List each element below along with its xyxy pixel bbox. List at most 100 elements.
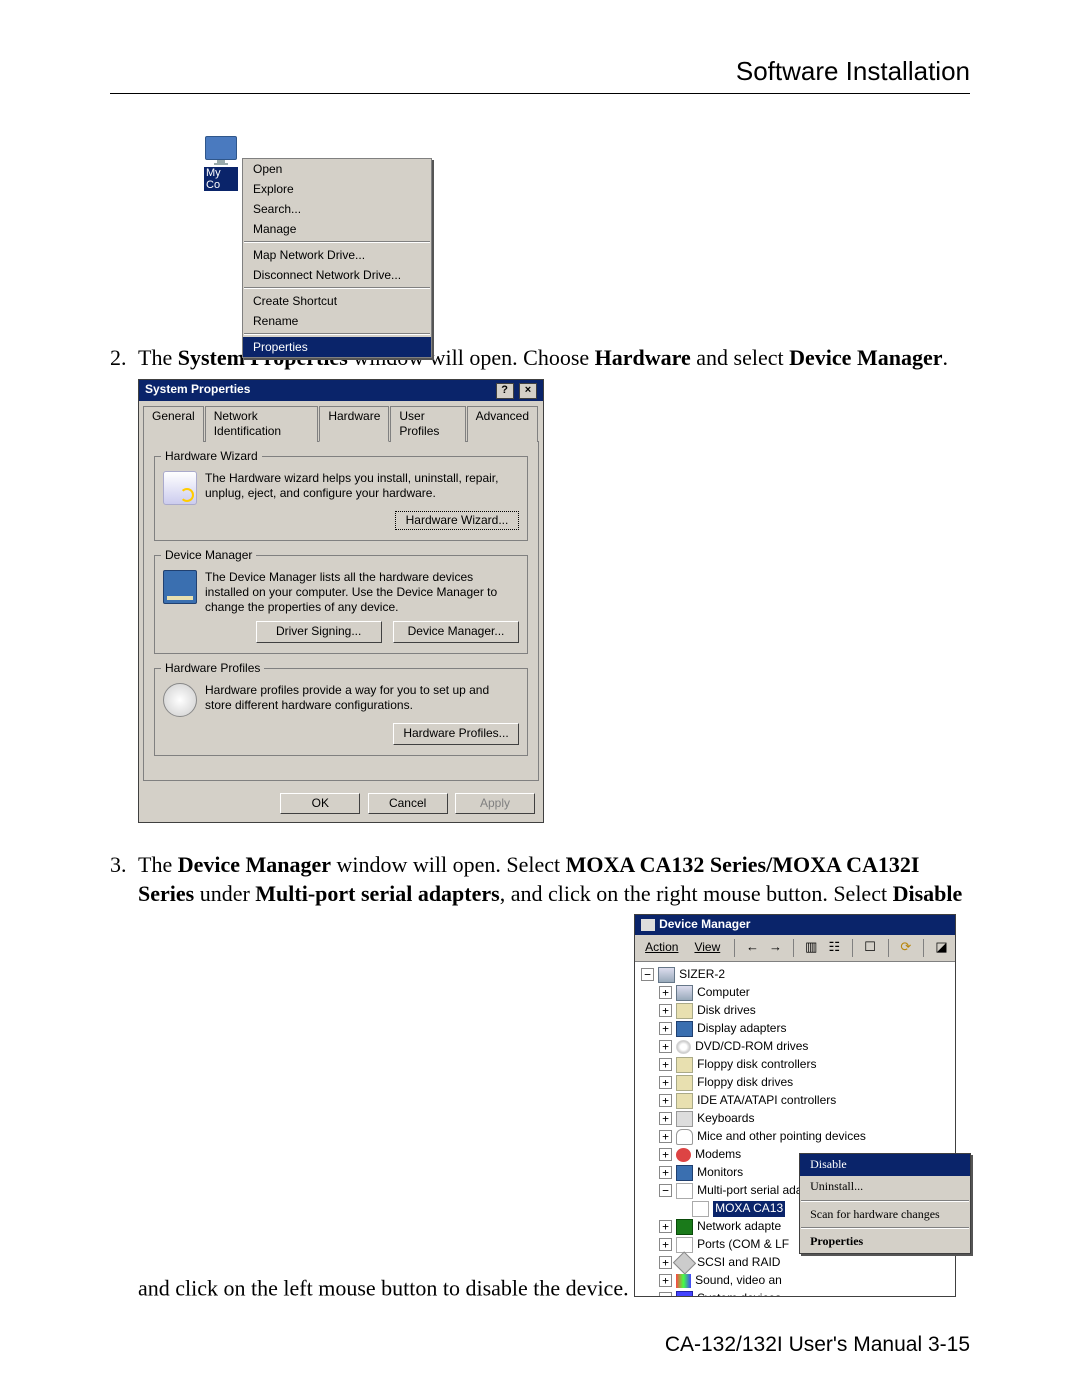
device-icon xyxy=(676,1040,691,1054)
expand-node[interactable] xyxy=(659,1058,672,1071)
cancel-button[interactable]: Cancel xyxy=(368,793,448,815)
hw-wizard-legend: Hardware Wizard xyxy=(161,449,262,465)
menu-view[interactable]: View xyxy=(688,940,726,956)
device-manager-icon xyxy=(163,570,197,604)
device-node[interactable]: Monitors xyxy=(697,1165,743,1181)
device-manager-button[interactable]: Device Manager... xyxy=(393,621,519,643)
hp-text: Hardware profiles provide a way for you … xyxy=(205,683,519,717)
ctx-rename[interactable]: Rename xyxy=(243,311,431,331)
moxa-node[interactable]: MOXA CA13 xyxy=(713,1201,785,1217)
device-icon xyxy=(676,1075,693,1091)
device-node[interactable]: SCSI and RAID xyxy=(697,1255,780,1271)
device-icon xyxy=(676,1148,691,1162)
dm-legend: Device Manager xyxy=(161,548,256,564)
toolbar-refresh-icon[interactable]: ⟳ xyxy=(896,937,915,959)
root-node[interactable]: SIZER-2 xyxy=(679,967,725,983)
hardware-wizard-button[interactable]: Hardware Wizard... xyxy=(395,511,519,531)
tab-general[interactable]: General xyxy=(143,406,204,442)
expand-node[interactable] xyxy=(659,1112,672,1125)
device-node[interactable]: Floppy disk drives xyxy=(697,1075,793,1091)
dm-text: The Device Manager lists all the hardwar… xyxy=(205,570,519,615)
ctx-disconnect-drive[interactable]: Disconnect Network Drive... xyxy=(243,265,431,285)
ctx-properties[interactable]: Properties xyxy=(800,1231,970,1253)
device-node[interactable]: Sound, video an xyxy=(695,1273,782,1289)
device-node[interactable]: Mice and other pointing devices xyxy=(697,1129,866,1145)
ctx-search[interactable]: Search... xyxy=(243,199,431,219)
device-icon xyxy=(676,1237,693,1253)
device-icon xyxy=(676,985,693,1001)
ctx-create-shortcut[interactable]: Create Shortcut xyxy=(243,291,431,311)
expand-root[interactable] xyxy=(641,968,654,981)
header-rule xyxy=(110,93,970,94)
step-3-text: The Device Manager window will open. Sel… xyxy=(138,851,970,1303)
expand-node[interactable] xyxy=(659,1220,672,1233)
tab-hardware[interactable]: Hardware xyxy=(319,406,389,442)
my-computer-label: My Co xyxy=(204,167,238,191)
expand-node[interactable] xyxy=(659,1076,672,1089)
toolbar-btn-5[interactable]: ◪ xyxy=(932,937,951,959)
device-node[interactable]: Modems xyxy=(695,1147,741,1163)
close-button[interactable]: × xyxy=(519,383,537,399)
device-node[interactable]: Display adapters xyxy=(697,1021,786,1037)
device-icon xyxy=(676,1057,693,1073)
device-node[interactable]: Ports (COM & LF xyxy=(697,1237,789,1253)
step-3-number: 3. xyxy=(110,851,138,1303)
ctx-map-drive[interactable]: Map Network Drive... xyxy=(243,245,431,265)
expand-node[interactable] xyxy=(659,1130,672,1143)
expand-node[interactable] xyxy=(659,1040,672,1053)
expand-node[interactable] xyxy=(659,1238,672,1251)
toolbar-forward-icon[interactable]: → xyxy=(766,937,785,959)
device-node[interactable]: DVD/CD-ROM drives xyxy=(695,1039,808,1055)
expand-node[interactable] xyxy=(659,1256,672,1269)
ctx-uninstall[interactable]: Uninstall... xyxy=(800,1176,970,1198)
expand-multiport[interactable] xyxy=(659,1184,672,1197)
devmgr-title: Device Manager xyxy=(659,917,750,933)
page-header: Software Installation xyxy=(110,56,970,87)
ok-button[interactable]: OK xyxy=(280,793,360,815)
device-node[interactable]: Floppy disk controllers xyxy=(697,1057,816,1073)
device-node[interactable]: IDE ATA/ATAPI controllers xyxy=(697,1093,836,1109)
toolbar-properties-icon[interactable]: ☐ xyxy=(861,937,880,959)
expand-node[interactable] xyxy=(659,1166,672,1179)
device-node[interactable]: Disk drives xyxy=(697,1003,756,1019)
device-context-menu: Disable Uninstall... Scan for hardware c… xyxy=(799,1153,971,1253)
expand-node[interactable] xyxy=(659,1274,672,1287)
device-icon xyxy=(676,1111,693,1127)
expand-node[interactable] xyxy=(659,1004,672,1017)
ctx-properties[interactable]: Properties xyxy=(243,337,431,357)
tab-network-id[interactable]: Network Identification xyxy=(205,406,319,442)
apply-button[interactable]: Apply xyxy=(455,793,535,815)
toolbar-btn-2[interactable]: ☷ xyxy=(825,937,844,959)
toolbar-back-icon[interactable]: ← xyxy=(743,937,762,959)
ctx-disable[interactable]: Disable xyxy=(800,1154,970,1176)
help-button[interactable]: ? xyxy=(496,383,514,399)
expand-node[interactable] xyxy=(659,1094,672,1107)
my-computer-icon[interactable]: My Co xyxy=(204,136,238,180)
ctx-scan[interactable]: Scan for hardware changes xyxy=(800,1204,970,1226)
toolbar-btn-1[interactable]: ▥ xyxy=(802,937,821,959)
device-icon xyxy=(676,1129,693,1145)
ctx-explore[interactable]: Explore xyxy=(243,179,431,199)
device-icon xyxy=(676,1021,693,1037)
expand-node[interactable] xyxy=(659,986,672,999)
wizard-icon xyxy=(163,471,197,505)
expand-node[interactable] xyxy=(659,1022,672,1035)
device-node[interactable]: System devices xyxy=(697,1291,781,1296)
driver-signing-button[interactable]: Driver Signing... xyxy=(256,621,382,643)
menu-action[interactable]: Action xyxy=(639,940,684,956)
system-properties-dialog: System Properties ? × General Network Id… xyxy=(138,379,544,824)
expand-node[interactable] xyxy=(659,1148,672,1161)
device-node[interactable]: Network adapte xyxy=(697,1219,781,1235)
device-icon xyxy=(676,1219,693,1235)
device-node[interactable]: Computer xyxy=(697,985,750,1001)
tab-user-profiles[interactable]: User Profiles xyxy=(390,406,465,442)
ctx-manage[interactable]: Manage xyxy=(243,219,431,239)
expand-node[interactable] xyxy=(659,1292,672,1296)
device-node[interactable]: Keyboards xyxy=(697,1111,754,1127)
tab-advanced[interactable]: Advanced xyxy=(467,406,538,442)
device-icon xyxy=(676,1093,693,1109)
hp-legend: Hardware Profiles xyxy=(161,661,264,677)
hardware-profiles-button[interactable]: Hardware Profiles... xyxy=(393,723,519,745)
computer-root-icon xyxy=(658,967,675,983)
ctx-open[interactable]: Open xyxy=(243,159,431,179)
